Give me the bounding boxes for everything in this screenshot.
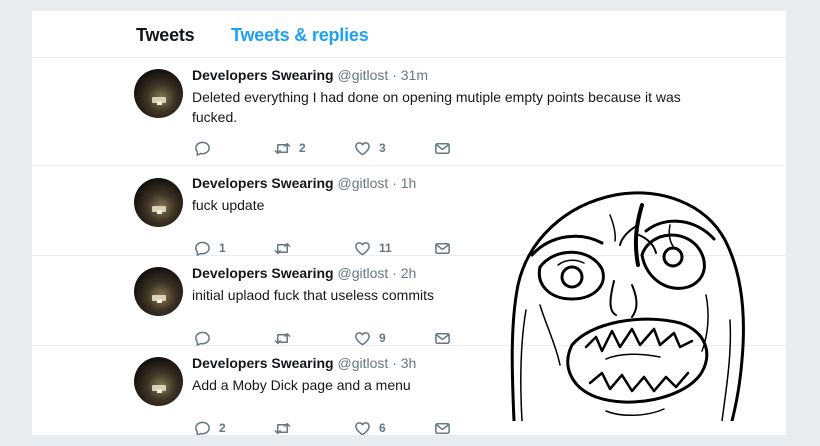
author-handle[interactable]: @gitlost [338, 67, 389, 83]
retweet-button[interactable] [274, 329, 299, 347]
heart-icon [355, 331, 370, 345]
direct-message-button[interactable] [434, 419, 451, 435]
separator-dot: · [392, 265, 397, 281]
tweet-timestamp[interactable]: 31m [401, 67, 428, 83]
like-count: 11 [379, 241, 392, 255]
author-handle[interactable]: @gitlost [338, 355, 389, 371]
reply-button[interactable]: 1 [194, 239, 226, 257]
retweet-button[interactable]: 2 [274, 139, 306, 157]
avatar[interactable] [134, 357, 183, 406]
avatar[interactable] [134, 267, 183, 316]
tab-tweets-and-replies[interactable]: Tweets & replies [231, 25, 369, 46]
direct-message-button[interactable] [434, 329, 451, 347]
author-handle[interactable]: @gitlost [338, 175, 389, 191]
like-button[interactable]: 11 [354, 239, 392, 257]
profile-tabs: Tweets Tweets & replies [32, 11, 786, 58]
direct-message-button[interactable] [434, 239, 451, 257]
retweet-icon [274, 422, 291, 434]
reply-icon [195, 421, 210, 435]
rage-face-illustration [510, 191, 745, 421]
tweet-header: Developers Swearing @gitlost · 2h [192, 265, 416, 281]
tweet-timestamp[interactable]: 3h [401, 355, 417, 371]
separator-dot: · [392, 355, 397, 371]
tweet-header: Developers Swearing @gitlost · 1h [192, 175, 416, 191]
author-name[interactable]: Developers Swearing [192, 355, 334, 371]
reply-button[interactable] [194, 139, 219, 157]
like-count: 6 [379, 421, 386, 435]
reply-count: 2 [219, 421, 226, 435]
author-name[interactable]: Developers Swearing [192, 67, 334, 83]
like-button[interactable]: 9 [354, 329, 386, 347]
author-name[interactable]: Developers Swearing [192, 175, 334, 191]
heart-icon [355, 141, 370, 155]
like-count: 3 [379, 141, 386, 155]
envelope-icon [435, 332, 450, 344]
reply-icon [195, 331, 210, 346]
retweet-icon [274, 142, 291, 154]
retweet-count: 2 [299, 141, 306, 155]
tweet-header: Developers Swearing @gitlost · 3h [192, 355, 416, 371]
envelope-icon [435, 142, 450, 154]
tab-tweets[interactable]: Tweets [136, 25, 195, 46]
like-count: 9 [379, 331, 386, 345]
retweet-icon [274, 332, 291, 344]
envelope-icon [435, 422, 450, 434]
tweet-timestamp[interactable]: 1h [401, 175, 417, 191]
retweet-icon [274, 242, 291, 254]
separator-dot: · [392, 67, 397, 83]
reply-icon [195, 141, 210, 156]
retweet-button[interactable] [274, 419, 299, 435]
tweet-text: Deleted everything I had done on opening… [192, 89, 681, 125]
avatar[interactable] [134, 178, 183, 227]
envelope-icon [435, 242, 450, 254]
like-button[interactable]: 3 [354, 139, 386, 157]
tweet-timestamp[interactable]: 2h [401, 265, 417, 281]
reply-count: 1 [219, 241, 226, 255]
reply-button[interactable]: 2 [194, 419, 226, 435]
reply-button[interactable] [194, 329, 219, 347]
reply-icon [195, 241, 210, 256]
heart-icon [355, 421, 370, 435]
heart-icon [355, 241, 370, 255]
author-handle[interactable]: @gitlost [338, 265, 389, 281]
separator-dot: · [392, 175, 397, 191]
tweet-header: Developers Swearing @gitlost · 31m [192, 67, 428, 83]
author-name[interactable]: Developers Swearing [192, 265, 334, 281]
avatar[interactable] [134, 69, 183, 118]
timeline-card: Tweets Tweets & replies Developers Swear… [32, 11, 786, 435]
like-button[interactable]: 6 [354, 419, 386, 435]
direct-message-button[interactable] [434, 139, 451, 157]
retweet-button[interactable] [274, 239, 299, 257]
tweet-item[interactable]: Developers Swearing @gitlost · 31m Delet… [32, 58, 786, 166]
